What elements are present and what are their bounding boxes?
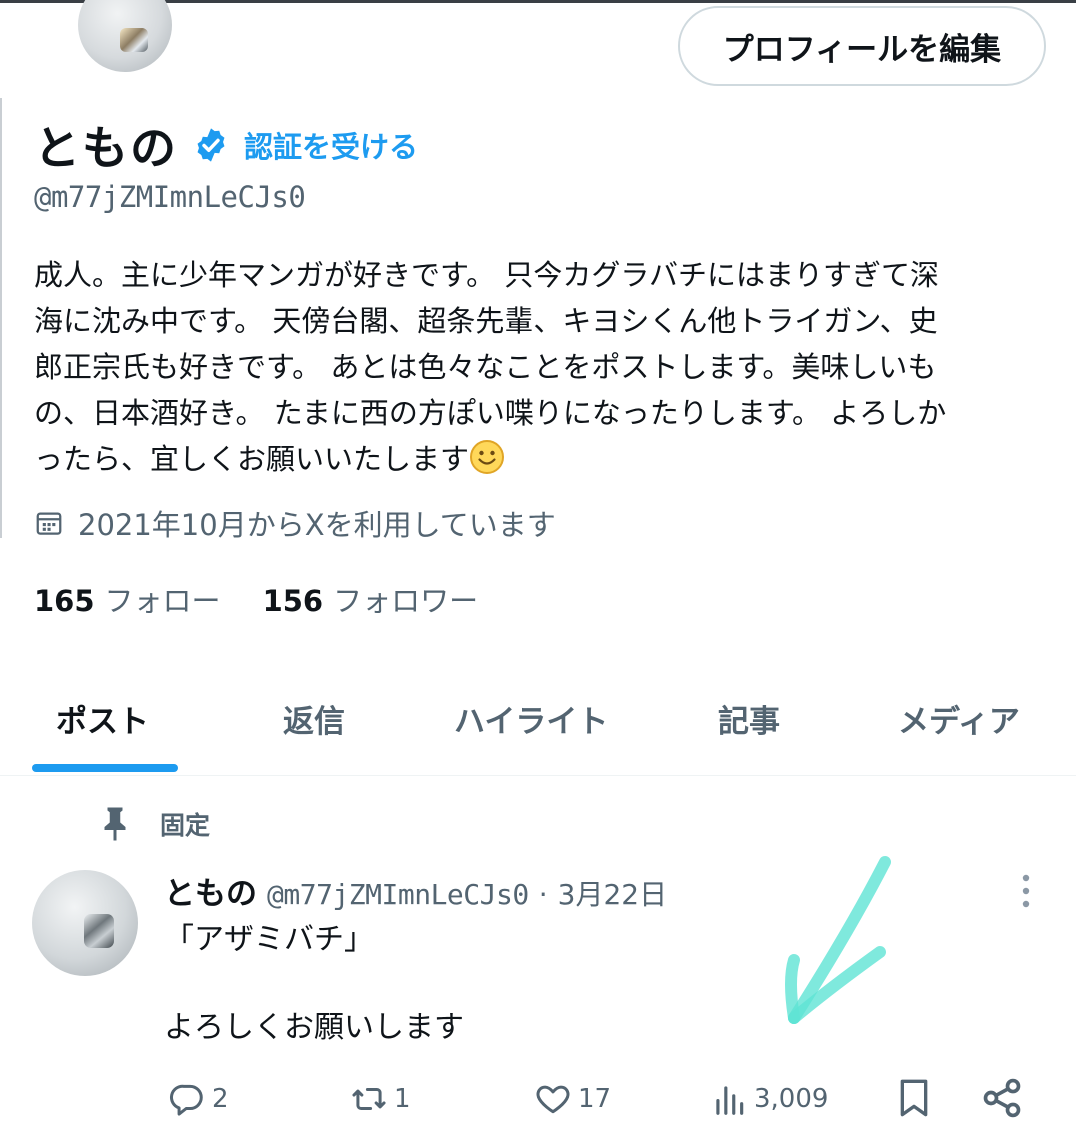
followers-link[interactable]: 156 フォロワー bbox=[263, 578, 479, 620]
hand-drawn-arrow bbox=[785, 856, 891, 1024]
tab-highlights[interactable]: ハイライト bbox=[454, 696, 608, 741]
followers-label: フォロワー bbox=[333, 584, 479, 618]
profile-handle: @m77jZMImnLeCJs0 bbox=[34, 180, 306, 214]
verified-badge-icon bbox=[197, 128, 225, 162]
repost-count: 1 bbox=[394, 1084, 411, 1114]
tab-articles[interactable]: 記事 bbox=[718, 696, 780, 741]
post-actions: 2 1 17 3,009 bbox=[0, 1072, 1076, 1128]
pinned-indicator: 固定 bbox=[100, 806, 210, 842]
heart-icon bbox=[536, 1085, 570, 1114]
bio-line-last: ったら、宜しくお願いいたします bbox=[34, 436, 1044, 482]
post-header: ともの @m77jZMImnLeCJs0 · 3月22日 bbox=[164, 868, 667, 913]
post-separator: · bbox=[538, 878, 548, 911]
calendar-icon bbox=[36, 512, 62, 535]
post-text-spacer bbox=[164, 962, 464, 1006]
bookmark-icon[interactable] bbox=[894, 1076, 934, 1120]
views-button[interactable]: 3,009 bbox=[710, 1080, 828, 1118]
following-count: 165 bbox=[34, 584, 95, 618]
post-author-handle[interactable]: @m77jZMImnLeCJs0 bbox=[267, 878, 529, 911]
follow-stats: 165 フォロー 156 フォロワー bbox=[34, 578, 478, 620]
tab-media[interactable]: メディア bbox=[898, 696, 1020, 741]
repost-button[interactable]: 1 bbox=[350, 1080, 411, 1118]
followers-count: 156 bbox=[262, 584, 324, 618]
like-button[interactable]: 17 bbox=[534, 1080, 611, 1118]
edit-profile-button[interactable]: プロフィールを編集 bbox=[678, 6, 1046, 86]
active-tab-indicator bbox=[32, 764, 178, 772]
post-date[interactable]: 3月22日 bbox=[558, 873, 667, 913]
following-label: フォロー bbox=[104, 584, 221, 618]
profile-bio: 成人。主に少年マンガが好きです。 只今カグラバチにはまりすぎて深 海に沈み中です… bbox=[34, 252, 1044, 482]
avatar-figure bbox=[120, 28, 148, 52]
pinned-label: 固定 bbox=[160, 811, 211, 840]
get-verified-link[interactable]: 認証を受ける bbox=[244, 124, 418, 166]
profile-avatar[interactable] bbox=[78, 0, 172, 72]
joined-text: 2021年10月からXを利用しています bbox=[78, 508, 556, 542]
joined-date: 2021年10月からXを利用しています bbox=[34, 502, 556, 544]
views-count: 3,009 bbox=[754, 1084, 829, 1114]
bio-line: の、日本酒好き。 たまに西の方ぽい喋りになったりします。 よろしか bbox=[34, 396, 947, 430]
post-text: 「アザミバチ」 よろしくお願いします bbox=[164, 918, 464, 1050]
post-text-line: よろしくお願いします bbox=[164, 1010, 464, 1045]
post-author-avatar[interactable] bbox=[32, 870, 138, 976]
like-count: 17 bbox=[578, 1084, 612, 1114]
avatar-figure bbox=[84, 914, 114, 948]
post-text-line: 「アザミバチ」 bbox=[164, 922, 374, 957]
views-bar-chart-icon bbox=[716, 1086, 744, 1115]
reply-button[interactable]: 2 bbox=[168, 1080, 229, 1118]
smiling-face-emoji bbox=[470, 440, 505, 474]
reply-icon bbox=[169, 1084, 203, 1116]
profile-tabs: ポスト 返信 ハイライト 記事 メディア bbox=[0, 682, 1076, 776]
post-author-name[interactable]: ともの bbox=[164, 868, 257, 913]
bio-line: 成人。主に少年マンガが好きです。 只今カグラバチにはまりすぎて深 bbox=[34, 258, 940, 292]
display-name: ともの bbox=[34, 121, 178, 175]
reply-count: 2 bbox=[212, 1084, 229, 1114]
bio-line: 郎正宗氏も好きです。 あとは色々なことをポストします。美味しいも bbox=[34, 350, 937, 384]
tab-replies[interactable]: 返信 bbox=[283, 696, 345, 741]
more-vertical-icon[interactable] bbox=[1018, 872, 1034, 910]
tab-posts[interactable]: ポスト bbox=[56, 696, 149, 741]
repost-icon bbox=[352, 1087, 386, 1111]
bio-line: 海に沈み中です。 天傍台閣、超条先輩、キヨシくん他トライガン、史 bbox=[34, 304, 938, 338]
bio-line: ったら、宜しくお願いいたします bbox=[34, 442, 470, 476]
profile-name-row: ともの 認証を受ける bbox=[34, 112, 418, 178]
following-link[interactable]: 165 フォロー bbox=[34, 578, 221, 620]
share-icon[interactable] bbox=[980, 1076, 1024, 1120]
pin-icon bbox=[104, 807, 126, 841]
left-edge-decoration bbox=[0, 98, 8, 538]
